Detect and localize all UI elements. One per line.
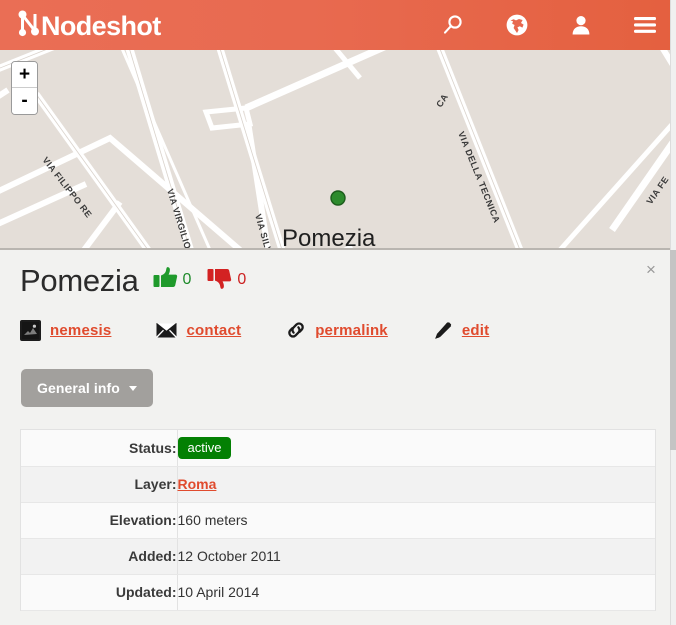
- map-marker: [330, 190, 346, 206]
- layer-link[interactable]: Roma: [178, 476, 217, 492]
- action-link-label: edit: [461, 321, 490, 339]
- table-row-value: 160 meters: [177, 502, 655, 539]
- thumbs-up-icon[interactable]: [153, 266, 178, 295]
- hamburger-menu-icon[interactable]: [632, 12, 658, 38]
- table-row: Added: 12 October 2011: [21, 538, 655, 575]
- general-info-row: General info: [0, 369, 670, 407]
- table-row: Status: active: [21, 430, 655, 467]
- action-links-row: nemesis contact permalink edit: [0, 317, 670, 343]
- map-view[interactable]: VIA FILIPPO RE VIA VIRGILIO VIA SILVIO P…: [0, 50, 676, 250]
- general-info-table: Status: active Layer: Roma Elevation: 160 met…: [21, 430, 655, 611]
- user-avatar-icon: [20, 319, 41, 341]
- brand-logo[interactable]: Nodeshot: [18, 0, 161, 50]
- zoom-in-button[interactable]: +: [12, 62, 37, 88]
- top-navigation-bar: Nodeshot: [0, 0, 676, 50]
- pencil-edit-icon: [433, 321, 453, 340]
- table-row: Layer: Roma: [21, 466, 655, 503]
- title-row: Pomezia 0 0: [0, 250, 670, 298]
- action-link-label: contact: [186, 321, 242, 339]
- page-title: Pomezia: [20, 262, 139, 298]
- node-detail-panel: × Pomezia 0 0 nemesis contact permalink …: [0, 250, 670, 625]
- general-info-table-wrapper: Status: active Layer: Roma Elevation: 160 met…: [20, 429, 656, 611]
- action-link-nemesis[interactable]: nemesis: [20, 319, 112, 341]
- header-icon-group: [440, 12, 658, 38]
- page-scrollbar-thumb[interactable]: [670, 250, 676, 450]
- table-row-value[interactable]: Roma: [177, 466, 655, 503]
- table-row-value: 10 April 2014: [177, 574, 655, 611]
- brand-name: Nodeshot: [41, 10, 161, 41]
- general-info-dropdown-button[interactable]: General info: [21, 369, 153, 407]
- map-tiles: VIA FILIPPO RE VIA VIRGILIO VIA SILVIO P…: [0, 50, 676, 250]
- thumbs-down-icon[interactable]: [207, 266, 232, 295]
- zoom-out-button[interactable]: -: [12, 88, 37, 114]
- map-zoom-controls: + -: [11, 61, 38, 115]
- action-link-label: nemesis: [50, 321, 112, 339]
- status-badge: active: [177, 436, 232, 459]
- envelope-icon: [156, 322, 178, 339]
- dislikes-count: 0: [237, 271, 247, 288]
- search-icon[interactable]: [440, 12, 466, 38]
- table-row: Elevation: 160 meters: [21, 502, 655, 539]
- action-link-contact[interactable]: contact: [156, 322, 241, 339]
- table-row-label: Status:: [21, 430, 178, 467]
- close-icon[interactable]: ×: [640, 259, 662, 281]
- globe-icon[interactable]: [504, 12, 530, 38]
- dislikes-group[interactable]: 0: [207, 266, 246, 295]
- table-row-label: Layer:: [21, 466, 178, 503]
- action-link-permalink[interactable]: permalink: [286, 321, 388, 339]
- table-row: Updated: 10 April 2014: [21, 574, 655, 611]
- link-chain-icon: [286, 321, 306, 339]
- likes-group[interactable]: 0: [153, 266, 192, 295]
- table-row-value: active: [177, 430, 655, 467]
- action-link-label: permalink: [315, 321, 388, 339]
- table-row-label: Updated:: [21, 574, 178, 611]
- table-row-value: 12 October 2011: [177, 538, 655, 575]
- table-row-label: Elevation:: [21, 502, 178, 539]
- user-icon[interactable]: [568, 12, 594, 38]
- nodeshot-node-logo-icon: [18, 9, 40, 42]
- likes-count: 0: [182, 271, 192, 288]
- action-link-edit[interactable]: edit: [433, 321, 489, 340]
- general-info-label: General info: [37, 380, 120, 396]
- map-place-label: Pomezia: [282, 225, 376, 250]
- caret-down-icon: [128, 385, 137, 391]
- table-row-label: Added:: [21, 538, 178, 575]
